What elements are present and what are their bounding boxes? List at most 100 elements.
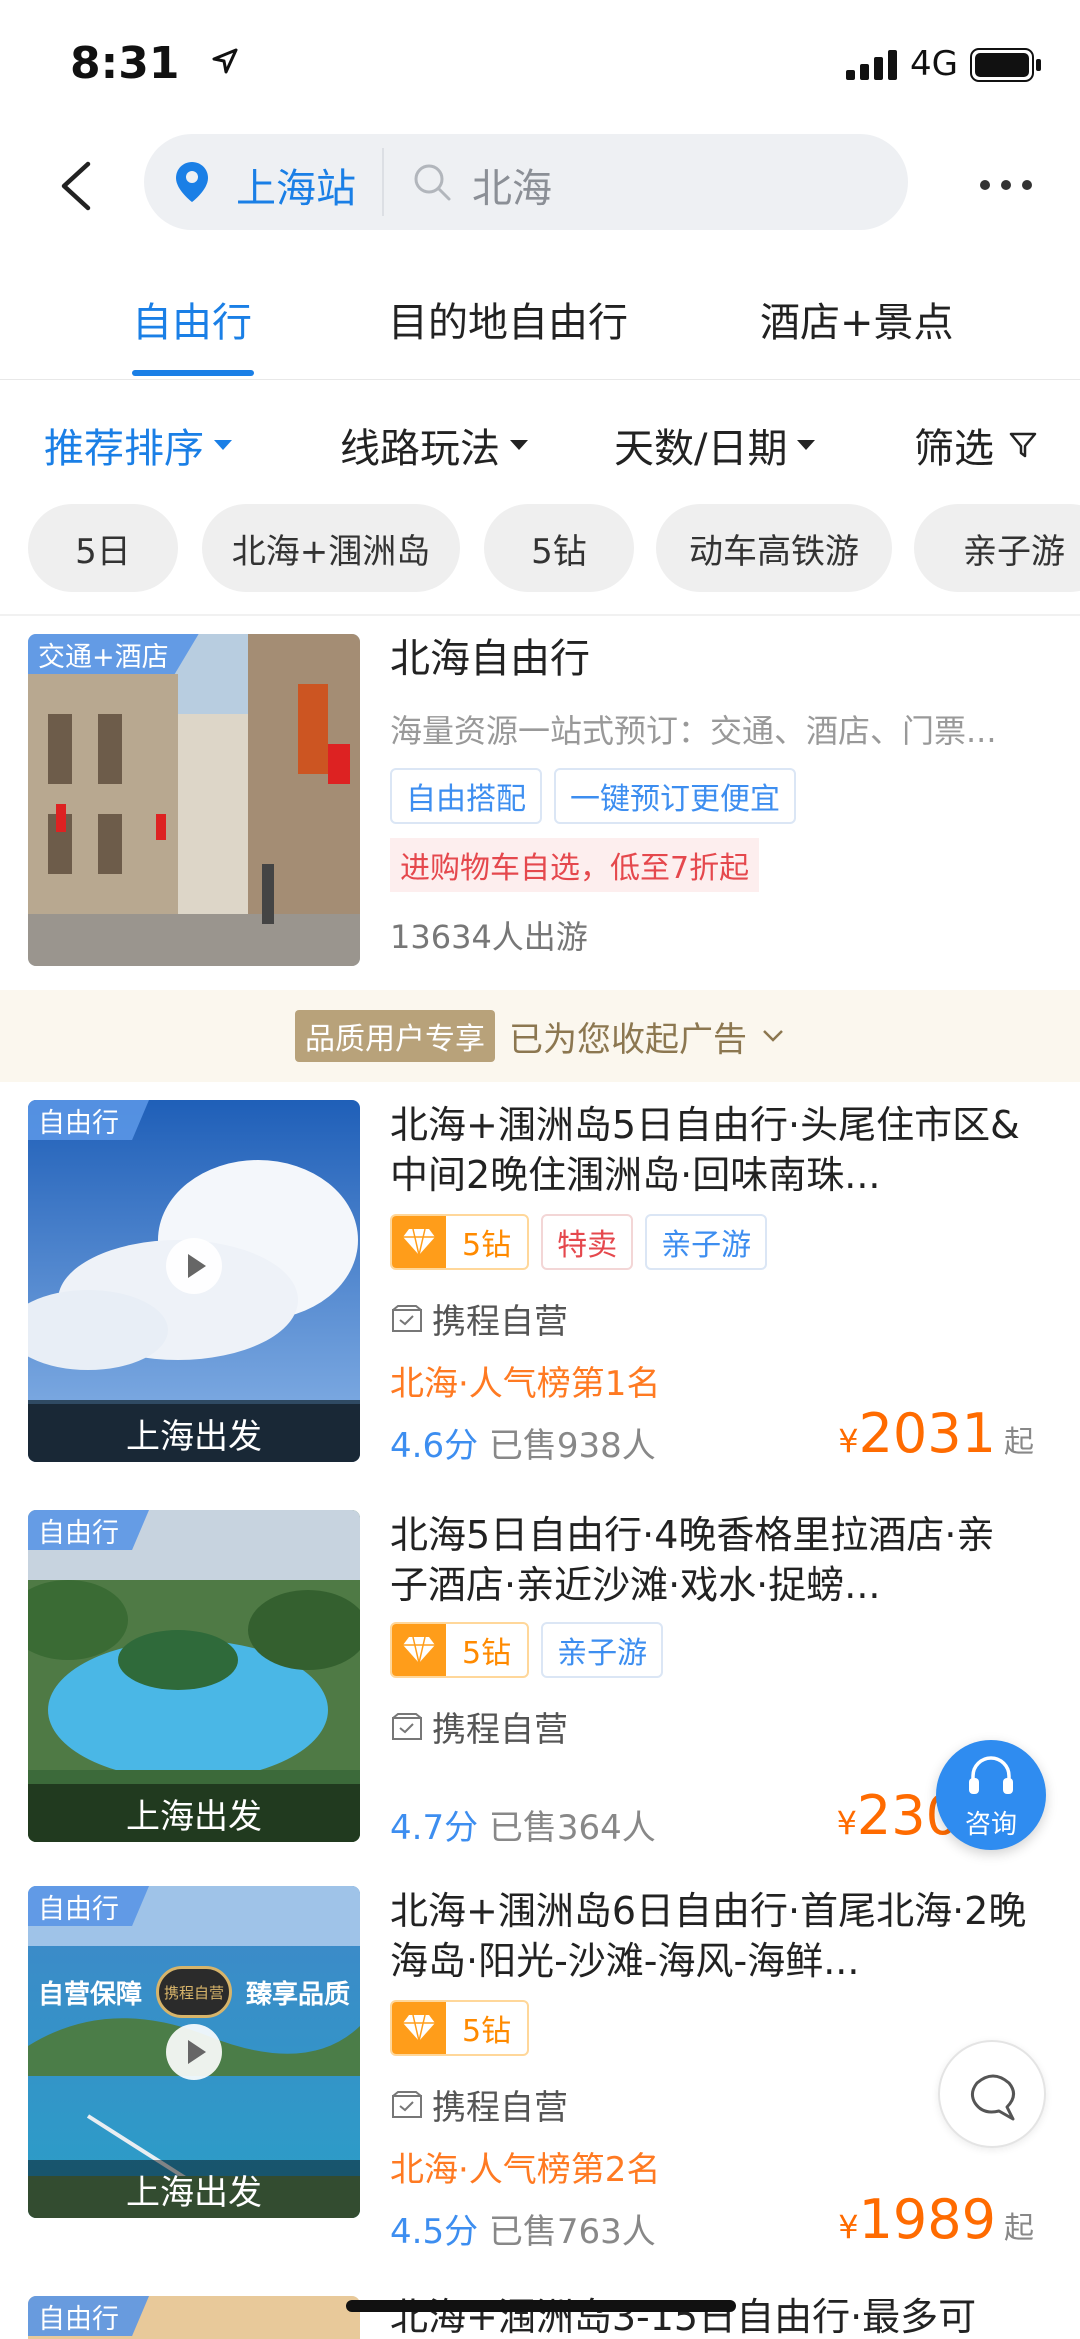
rating-score: 4.5分 [390,2212,479,2252]
featured-tag: 交通+酒店 [28,634,199,674]
header: 上海站 北海 [0,130,1080,240]
product-card[interactable]: 自营保障 携程自营 臻享品质 自由行 上海出发 北海+涠洲岛6日自由行·首尾北海… [0,1886,1080,2256]
chip-5-diamond[interactable]: 5钻 [484,504,634,592]
self-run-text: 携程自营 [432,1302,568,1342]
caret-down-icon [214,440,232,450]
chip-beihai-weizhou[interactable]: 北海+涠洲岛 [202,504,460,592]
diamond-icon [403,2014,435,2042]
badge-free-combo: 自由搭配 [390,768,542,824]
self-run-label: 携程自营 [390,1294,568,1343]
self-run-label: 携程自营 [390,2080,568,2129]
price-currency: ¥ [838,1422,859,1460]
diamond-icon [403,1636,435,1664]
location-pin-icon [176,162,208,202]
battery-icon [970,48,1041,82]
diamond-rating: 5钻 [390,2000,530,2056]
status-bar: 8:31 4G [0,0,1080,130]
price: ¥ 1989 起 [838,2188,1034,2251]
price-currency: ¥ [836,1804,857,1842]
caret-down-icon [510,440,528,450]
store-icon [392,1712,422,1740]
self-run-text: 携程自营 [432,1710,568,1750]
chip-train-tour[interactable]: 动车高铁游 [656,504,892,592]
price-currency: ¥ [838,2208,859,2246]
promo-banner: 自营保障 携程自营 臻享品质 [28,1966,360,2018]
featured-badges: 自由搭配 一键预订更便宜 [390,768,796,824]
chat-assistant-button[interactable] [938,2040,1046,2148]
self-run-text: 携程自营 [432,2088,568,2128]
rating-line: 4.6分 已售938人 [390,1418,656,1467]
rating-score: 4.6分 [390,1426,479,1466]
product-image: 自由行 上海出发 [28,1100,360,1462]
product-image: 自由行 [28,2296,360,2339]
badge-sale: 特卖 [541,1214,634,1270]
network-type: 4G [910,44,958,84]
chip-family-tour[interactable]: 亲子游 [914,504,1080,592]
product-title: 北海5日自由行·4晚香格里拉酒店·亲子酒店·亲近沙滩·戏水·捉螃... [390,1513,995,1607]
filter-days[interactable]: 天数/日期 [614,416,816,474]
product-title: 北海+涠洲岛6日自由行·首尾北海·2晚海岛·阳光-沙滩-海风-海鲜... [390,1889,1027,1983]
play-icon[interactable] [165,1237,223,1295]
caret-down-icon [797,440,816,450]
filter-sort-label: 推荐排序 [44,426,204,472]
location-arrow-icon [212,48,238,74]
active-tab-indicator [132,370,254,376]
product-badges: 5钻 特卖 亲子游 [390,1214,768,1270]
filter-more-label: 筛选 [914,426,994,472]
status-time: 8:31 [70,38,180,89]
featured-subtitle: 海量资源一站式预订：交通、酒店、门票... [390,712,997,750]
diamond-icon [403,1228,435,1256]
price-value: 1989 [858,2188,996,2251]
price-suffix: 起 [1004,2211,1034,2246]
badge-family: 亲子游 [541,1622,664,1678]
back-arrow-icon[interactable] [52,158,104,214]
filter-days-label: 天数/日期 [614,426,788,472]
consult-button[interactable]: 咨询 [936,1740,1046,1850]
featured-image: 交通+酒店 [28,634,360,966]
rating-score: 4.7分 [390,1808,479,1848]
chip-5-days[interactable]: 5日 [28,504,178,592]
home-indicator [346,2300,736,2312]
product-badges: 5钻 [390,2000,530,2056]
badge-family: 亲子游 [645,1214,768,1270]
search-bar[interactable]: 上海站 北海 [144,134,908,230]
tab-bar: 自由行 目的地自由行 酒店+景点 [0,270,1080,380]
price-suffix: 起 [1004,1425,1034,1460]
rating-line: 4.7分 已售364人 [390,1800,656,1849]
product-tag: 自由行 [28,1886,149,1926]
consult-label: 咨询 [964,1810,1017,1840]
filter-route[interactable]: 线路玩法 [340,416,528,474]
more-options-icon[interactable] [978,178,1034,192]
product-tag: 自由行 [28,1100,149,1140]
tab-destination-free-travel[interactable]: 目的地自由行 [388,290,628,348]
filter-route-label: 线路玩法 [340,426,500,472]
departure-city[interactable]: 上海站 [236,156,356,214]
product-image: 自由行 上海出发 [28,1510,360,1842]
diamond-label: 5钻 [462,1636,512,1671]
popularity-rank: 北海·人气榜第1名 [390,1364,661,1404]
cellular-signal-icon [846,50,897,80]
search-icon [414,164,451,201]
product-card[interactable]: 自由行 上海出发 北海5日自由行·4晚香格里拉酒店·亲子酒店·亲近沙滩·戏水·捉… [0,1510,1080,1850]
play-icon[interactable] [165,2023,223,2081]
filter-sort[interactable]: 推荐排序 [44,416,232,474]
product-tag: 自由行 [28,2296,149,2336]
search-input[interactable]: 北海 [472,156,552,214]
ad-text: 已为您收起广告 [509,1019,747,1060]
ad-collapsed-bar[interactable]: 品质用户专享 已为您收起广告 [0,990,1080,1082]
featured-card[interactable]: 交通+酒店 北海自由行 海量资源一站式预订：交通、酒店、门票... 自由搭配 一… [0,634,1080,966]
departure-label: 上海出发 [28,2160,360,2218]
product-title: 北海+涠洲岛5日自由行·头尾住市区& 中间2晚住涠洲岛·回味南珠... [390,1103,1020,1197]
product-card[interactable]: 自由行 上海出发 北海+涠洲岛5日自由行·头尾住市区& 中间2晚住涠洲岛·回味南… [0,1100,1080,1470]
filter-more[interactable]: 筛选 [914,416,1038,474]
banner-left-text: 自营保障 [38,1979,143,2010]
departure-label: 上海出发 [28,1784,360,1842]
divider [0,614,1080,616]
tab-hotel-attraction[interactable]: 酒店+景点 [760,290,954,348]
badge-one-click: 一键预订更便宜 [554,768,796,824]
tab-free-travel[interactable]: 自由行 [132,290,252,348]
street-photo [28,634,360,966]
sold-count: 已售938人 [488,1426,656,1466]
diamond-rating: 5钻 [390,1214,530,1270]
store-icon [392,2090,422,2118]
